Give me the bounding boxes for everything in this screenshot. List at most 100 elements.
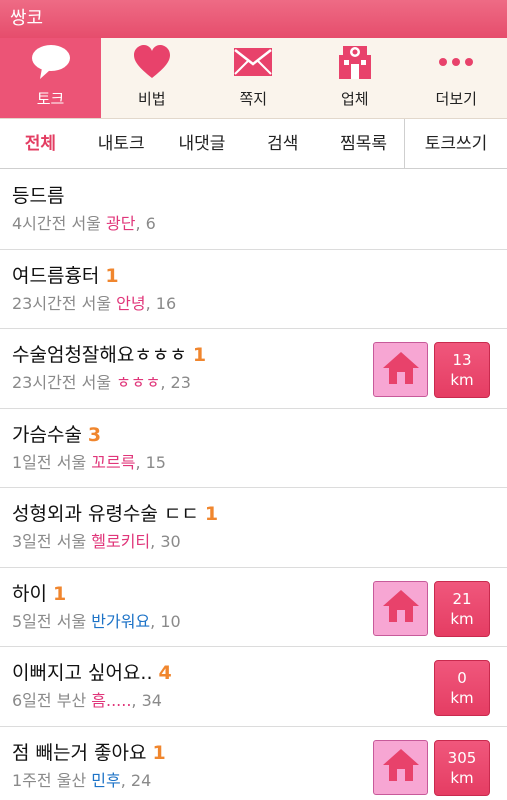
home-icon xyxy=(381,350,421,390)
distance-unit: km xyxy=(450,371,474,389)
post-meta: 23시간전 서울 안녕, 16 xyxy=(12,291,507,317)
list-item[interactable]: 하이 1 5일전 서울 반가워요, 10 21 km xyxy=(0,568,507,647)
comment-count: 1 xyxy=(192,344,207,366)
post-location: 부산 xyxy=(56,691,87,710)
view-count: , 30 xyxy=(150,532,181,551)
list-item[interactable]: 점 빼는거 좋아요 1 1주전 울산 민후, 24 305 km xyxy=(0,727,507,800)
nav-item-label: 토크 xyxy=(36,90,65,108)
comment-count: 1 xyxy=(204,503,219,525)
list-item[interactable]: 성형외과 유령수술 ㄷㄷ 1 3일전 서울 헬로키티, 30 xyxy=(0,488,507,568)
post-location: 서울 xyxy=(71,214,101,233)
author-nickname: 민후 xyxy=(91,770,121,790)
author-nickname: 광단 xyxy=(105,214,136,233)
distance-value: 13 xyxy=(452,351,472,369)
home-icon xyxy=(381,588,421,628)
post-location: 서울 xyxy=(81,293,112,313)
post-meta: 23시간전 서울 ㅎㅎㅎ, 23 xyxy=(12,370,507,396)
tab-all[interactable]: 전체 xyxy=(0,119,81,169)
post-title-line: 등드름 xyxy=(12,183,507,209)
distance-badge[interactable]: 13 km xyxy=(434,342,490,398)
post-title-line: 여드름흉터 1 xyxy=(12,263,507,289)
post-time: 1주전 xyxy=(12,770,52,790)
post-meta: 4시간전 서울 광단, 6 xyxy=(12,211,507,237)
post-title-line: 점 빼는거 좋아요 1 xyxy=(12,740,507,766)
post-meta: 3일전 서울 헬로키티, 30 xyxy=(12,529,507,555)
house-glyph xyxy=(382,749,419,781)
list-item[interactable]: 여드름흉터 1 23시간전 서울 안녕, 16 xyxy=(0,250,507,329)
post-title-line: 이뻐지고 싶어요.. 4 xyxy=(12,660,507,686)
author-nickname: 헬로키티 xyxy=(91,532,151,551)
post-meta: 6일전 부산 흠....., 34 xyxy=(12,688,507,714)
house-glyph xyxy=(382,590,419,622)
nav-item-messages[interactable]: 쪽지 xyxy=(203,38,305,118)
write-talk-button[interactable]: 토크쓰기 xyxy=(403,118,507,169)
distance-value: 0 xyxy=(457,669,467,687)
post-title: 점 빼는거 좋아요 xyxy=(12,741,147,764)
post-title: 여드름흉터 xyxy=(12,264,100,287)
post-title-line: 수술엄청잘해요ㅎㅎㅎ 1 xyxy=(12,342,507,368)
home-button[interactable] xyxy=(373,739,428,795)
nav-item-shops[interactable]: 업체 xyxy=(304,38,406,118)
nav-item-talk[interactable]: 토크 xyxy=(0,38,101,118)
envelope-icon xyxy=(231,42,275,82)
home-button[interactable] xyxy=(373,580,428,636)
house-glyph xyxy=(382,351,419,384)
nav-item-label: 비법 xyxy=(137,90,166,108)
author-nickname: 꼬르륵 xyxy=(91,452,136,472)
post-location: 서울 xyxy=(56,532,87,551)
post-title: 이뻐지고 싶어요.. xyxy=(12,662,153,684)
tab-search[interactable]: 검색 xyxy=(242,119,323,169)
view-count: , 34 xyxy=(131,691,162,710)
post-meta: 5일전 서울 반가워요, 10 xyxy=(12,609,507,635)
list-item[interactable]: 가슴수술 3 1일전 서울 꼬르륵, 15 xyxy=(0,409,507,488)
talk-list: 등드름 4시간전 서울 광단, 6 여드름흉터 1 23시간전 서울 안녕, 16 수술엄… xyxy=(0,170,507,800)
speech-bubble-icon xyxy=(29,42,73,82)
list-item[interactable]: 등드름 4시간전 서울 광단, 6 xyxy=(0,170,507,250)
nav-item-label: 더보기 xyxy=(435,90,477,108)
tab-favorites[interactable]: 찜목록 xyxy=(323,119,404,169)
nav-item-more[interactable]: 더보기 xyxy=(406,38,507,118)
post-time: 6일전 xyxy=(12,691,52,710)
post-meta: 1일전 서울 꼬르륵, 15 xyxy=(12,450,507,476)
list-item[interactable]: 수술엄청잘해요ㅎㅎㅎ 1 23시간전 서울 ㅎㅎㅎ, 23 13 km xyxy=(0,329,507,409)
view-count: , 16 xyxy=(145,293,177,313)
distance-unit: km xyxy=(450,768,474,787)
distance-badge[interactable]: 21 km xyxy=(434,580,490,637)
view-count: , 15 xyxy=(135,452,166,472)
post-meta: 1주전 울산 민후, 24 xyxy=(12,768,507,794)
nav-item-label: 쪽지 xyxy=(239,90,268,108)
post-location: 울산 xyxy=(56,770,87,790)
distance-badge[interactable]: 0 km xyxy=(434,660,490,716)
tab-my-comments[interactable]: 내댓글 xyxy=(162,119,243,169)
post-time: 1일전 xyxy=(12,452,52,472)
main-nav: 토크 비법 쪽지 업체 더보기 xyxy=(0,38,507,119)
distance-badge[interactable]: 305 km xyxy=(434,739,490,796)
nav-item-tips[interactable]: 비법 xyxy=(101,38,203,118)
view-count: , 24 xyxy=(120,770,152,790)
view-count: , 10 xyxy=(150,611,181,631)
nav-item-label: 업체 xyxy=(340,90,369,108)
post-title-line: 가슴수술 3 xyxy=(12,422,507,448)
author-nickname: 안녕 xyxy=(116,293,146,313)
home-button[interactable] xyxy=(373,342,428,397)
heart-icon xyxy=(130,42,174,82)
post-title: 수술엄청잘해요ㅎㅎㅎ xyxy=(12,344,187,366)
author-nickname: ㅎㅎㅎ xyxy=(116,373,161,392)
post-title: 가슴수술 xyxy=(12,423,82,446)
post-title: 성형외과 유령수술 ㄷㄷ xyxy=(12,503,199,525)
distance-unit: km xyxy=(450,609,474,628)
filter-tabs: 전체 내토크 내댓글 검색 찜목록 토크쓰기 xyxy=(0,118,507,169)
comment-count: 1 xyxy=(152,741,166,764)
post-time: 5일전 xyxy=(12,611,52,631)
list-item[interactable]: 이뻐지고 싶어요.. 4 6일전 부산 흠....., 34 0 km xyxy=(0,647,507,727)
more-dots-icon xyxy=(434,42,478,82)
comment-count: 3 xyxy=(87,423,102,446)
post-time: 23시간전 xyxy=(12,373,77,392)
author-nickname: 반가워요 xyxy=(91,611,151,631)
comment-count: 1 xyxy=(105,264,119,287)
view-count: , 6 xyxy=(135,214,156,233)
post-time: 4시간전 xyxy=(12,214,67,233)
tab-my-talk[interactable]: 내토크 xyxy=(81,119,162,169)
author-nickname: 흠..... xyxy=(91,691,132,710)
distance-value: 21 xyxy=(452,589,472,608)
